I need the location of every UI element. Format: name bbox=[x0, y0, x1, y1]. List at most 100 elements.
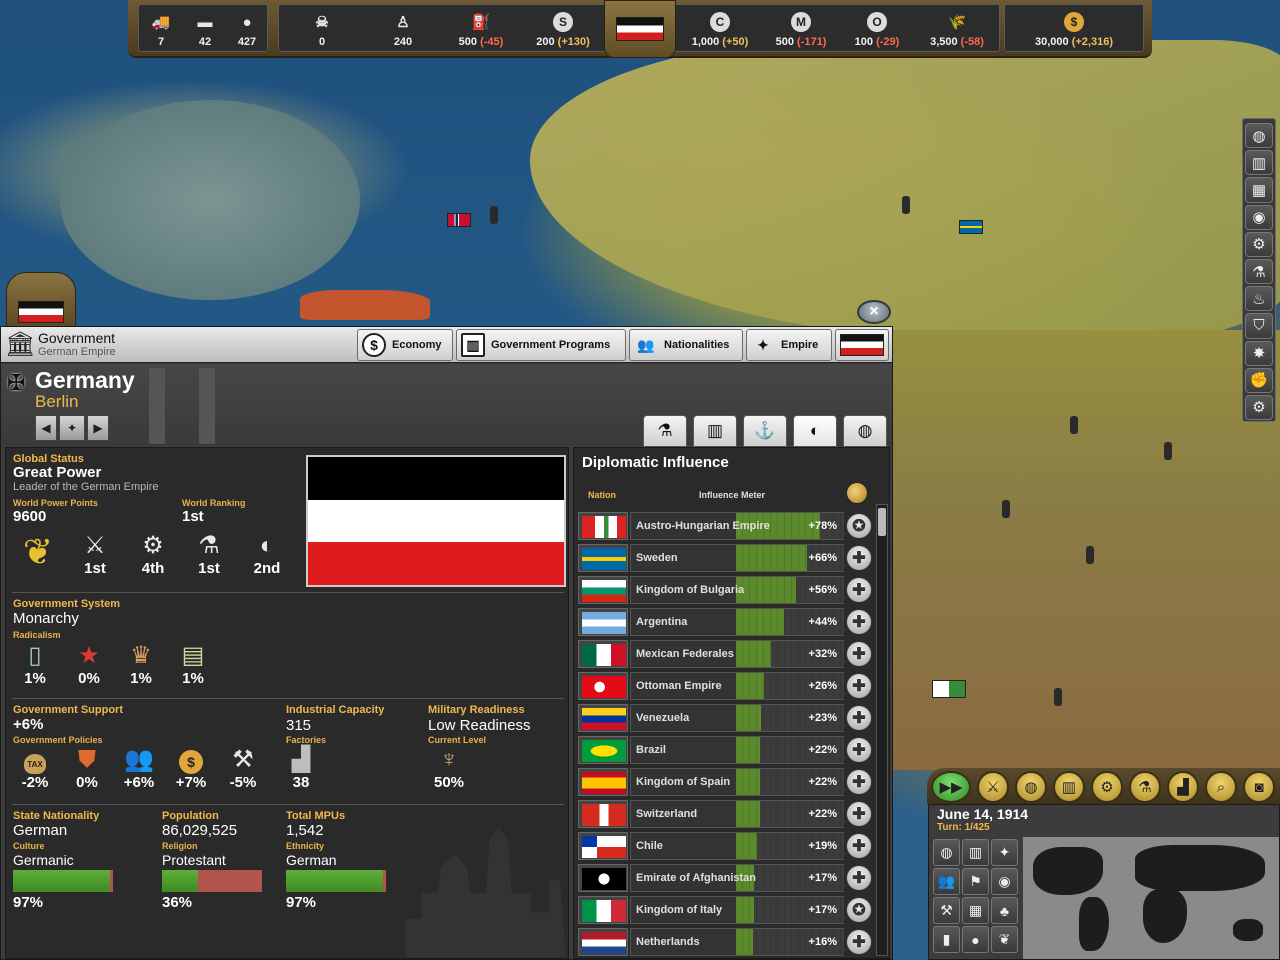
norway-map-flag-icon[interactable] bbox=[447, 213, 471, 227]
unit-icon[interactable] bbox=[490, 206, 498, 224]
diplomacy-rank[interactable]: ◐ 2nd bbox=[242, 532, 292, 577]
add-influence-plus-icon[interactable]: ✚ bbox=[846, 641, 872, 667]
camera-icon[interactable]: ◙ bbox=[1243, 771, 1275, 803]
center-compass-icon[interactable]: ✦ bbox=[59, 415, 85, 441]
shield-icon[interactable]: ⛉ bbox=[1245, 313, 1273, 339]
wagons-resource[interactable]: ▬ 42 bbox=[183, 5, 227, 51]
tab-government[interactable]: ▥ bbox=[693, 415, 737, 447]
unit-icon[interactable] bbox=[902, 196, 910, 214]
government-icon[interactable]: ▥ bbox=[1053, 771, 1085, 803]
building-icon[interactable]: ▦ bbox=[962, 897, 989, 924]
diplomacy-row[interactable]: Kingdom of Bulgaria +56% ✚ bbox=[576, 574, 876, 604]
diplomacy-row[interactable]: Switzerland +22% ✚ bbox=[576, 798, 876, 828]
austria-hungary-map-flag-icon[interactable] bbox=[932, 680, 966, 698]
gear-icon[interactable]: ⚙ bbox=[1245, 231, 1273, 257]
star-compass-icon[interactable]: ✦ bbox=[991, 839, 1018, 866]
diplomacy-row[interactable]: Brazil +22% ✚ bbox=[576, 734, 876, 764]
add-influence-plus-icon[interactable]: ✚ bbox=[846, 545, 872, 571]
sweden-map-flag-icon[interactable] bbox=[959, 220, 983, 234]
government-icon[interactable]: ▥ bbox=[962, 839, 989, 866]
scrollbar-thumb[interactable] bbox=[878, 508, 886, 536]
gas-resource[interactable]: ☠ 0 bbox=[279, 5, 365, 51]
laurel-icon[interactable]: ❦ bbox=[991, 926, 1018, 953]
world-icon[interactable]: ◉ bbox=[991, 868, 1018, 895]
radicalism-communism[interactable]: ★ 0% bbox=[64, 642, 114, 687]
add-influence-plus-icon[interactable]: ✚ bbox=[846, 929, 872, 955]
diplomacy-row[interactable]: Austro-Hungarian Empire +78% ✪ bbox=[576, 510, 876, 540]
unit-icon[interactable] bbox=[1054, 688, 1062, 706]
readiness-level[interactable]: ♆ 50% bbox=[424, 746, 474, 791]
tab-science[interactable]: ⚗ bbox=[643, 415, 687, 447]
tab-empire[interactable]: ✦ Empire bbox=[746, 329, 832, 361]
flask-icon[interactable]: ⚗ bbox=[1129, 771, 1161, 803]
add-influence-plus-icon[interactable]: ✚ bbox=[846, 737, 872, 763]
diplomacy-scrollbar[interactable] bbox=[876, 504, 888, 956]
unit-icon[interactable] bbox=[1086, 546, 1094, 564]
diplomacy-row[interactable]: Argentina +44% ✚ bbox=[576, 606, 876, 636]
industry-rank[interactable]: ⚙ 4th bbox=[128, 532, 178, 577]
diplomacy-row[interactable]: Ottoman Empire +26% ✚ bbox=[576, 670, 876, 700]
diplomacy-row[interactable]: Venezuela +23% ✚ bbox=[576, 702, 876, 732]
tab-world[interactable]: ◍ bbox=[843, 415, 887, 447]
flask-icon[interactable]: ⚗ bbox=[1245, 258, 1273, 285]
policy-hammer[interactable]: ⚒ -5% bbox=[218, 746, 268, 791]
radicalism-anarchy[interactable]: ▤ 1% bbox=[168, 642, 218, 687]
steel-resource[interactable]: S 200 (+130) bbox=[521, 5, 605, 51]
policy-badge[interactable]: ⛊ 0% bbox=[62, 746, 112, 791]
minimap[interactable] bbox=[1023, 837, 1279, 959]
military-swords-icon[interactable]: ⚔ bbox=[977, 771, 1009, 803]
military-rank[interactable]: ⚔ 1st bbox=[70, 532, 120, 577]
tab-flag[interactable] bbox=[835, 329, 889, 361]
globe-icon[interactable]: ◍ bbox=[1245, 123, 1273, 149]
tab-government-programs[interactable]: ▥ Government Programs bbox=[456, 329, 626, 361]
diplomacy-row[interactable]: Emirate of Afghanistan +17% ✚ bbox=[576, 862, 876, 892]
government-icon[interactable]: ▥ bbox=[1245, 150, 1273, 176]
search-icon[interactable]: ⌕ bbox=[1205, 771, 1237, 803]
add-influence-plus-icon[interactable]: ✚ bbox=[846, 769, 872, 795]
tab-diplomacy[interactable]: ◐ bbox=[793, 415, 837, 447]
grenade-icon[interactable]: ● bbox=[962, 926, 989, 953]
tab-nationalities[interactable]: 👥 Nationalities bbox=[629, 329, 743, 361]
metal-resource[interactable]: M 500 (-171) bbox=[763, 5, 839, 51]
factories[interactable]: ▟ 38 bbox=[276, 746, 326, 791]
battery-icon[interactable]: ▮ bbox=[933, 926, 960, 953]
oil-resource[interactable]: O 100 (-29) bbox=[839, 5, 915, 51]
trucks-resource[interactable]: 🚚 7 bbox=[139, 5, 183, 51]
diplomacy-row[interactable]: Kingdom of Spain +22% ✚ bbox=[576, 766, 876, 796]
alliance-star-icon[interactable]: ✪ bbox=[846, 513, 872, 539]
diplomacy-row[interactable]: Chile +19% ✚ bbox=[576, 830, 876, 860]
tab-economy[interactable]: $ Economy bbox=[357, 329, 453, 361]
diplomacy-row[interactable]: Mexican Federales +32% ✚ bbox=[576, 638, 876, 668]
diplomacy-row[interactable]: Sweden +66% ✚ bbox=[576, 542, 876, 572]
tools-icon[interactable]: ⚒ bbox=[933, 897, 960, 924]
close-icon[interactable]: × bbox=[857, 300, 891, 324]
building-icon[interactable]: ▦ bbox=[1245, 177, 1273, 203]
unit-icon[interactable] bbox=[1070, 416, 1078, 434]
explosion-icon[interactable]: ✸ bbox=[1245, 340, 1273, 366]
globe-icon[interactable]: ◍ bbox=[1015, 771, 1047, 803]
diplomacy-row[interactable]: Kingdom of Italy +17% ✪ bbox=[576, 894, 876, 924]
add-influence-plus-icon[interactable]: ✚ bbox=[846, 705, 872, 731]
factory-icon[interactable]: ▟ bbox=[1167, 771, 1199, 803]
fire-icon[interactable]: ♨ bbox=[1245, 286, 1273, 312]
next-nation-button[interactable]: ▶ bbox=[87, 415, 109, 441]
world-icon[interactable]: ◉ bbox=[1245, 204, 1273, 230]
unit-icon[interactable] bbox=[1164, 442, 1172, 460]
add-influence-plus-icon[interactable]: ✚ bbox=[846, 609, 872, 635]
people-icon[interactable]: 👥 bbox=[933, 868, 960, 895]
flag-icon[interactable]: ⚑ bbox=[962, 868, 989, 895]
nation-flag-button[interactable] bbox=[604, 0, 676, 58]
alliance-star-icon[interactable]: ✪ bbox=[846, 897, 872, 923]
world-globe-icon[interactable] bbox=[846, 482, 868, 504]
radicalism-fascism[interactable]: ♛ 1% bbox=[116, 642, 166, 687]
add-influence-plus-icon[interactable]: ✚ bbox=[846, 833, 872, 859]
science-rank[interactable]: ⚗ 1st bbox=[184, 532, 234, 577]
soldiers-resource[interactable]: ♙ 240 bbox=[365, 5, 441, 51]
unit-icon[interactable] bbox=[1002, 500, 1010, 518]
add-influence-plus-icon[interactable]: ✚ bbox=[846, 865, 872, 891]
fist-icon[interactable]: ✊ bbox=[1245, 367, 1273, 393]
manpower-resource[interactable]: ● 427 bbox=[227, 5, 267, 51]
end-turn-button[interactable]: ▶▶ bbox=[931, 771, 971, 803]
policy-coin[interactable]: $ +7% bbox=[166, 746, 216, 791]
tree-icon[interactable]: ♣ bbox=[991, 897, 1018, 924]
